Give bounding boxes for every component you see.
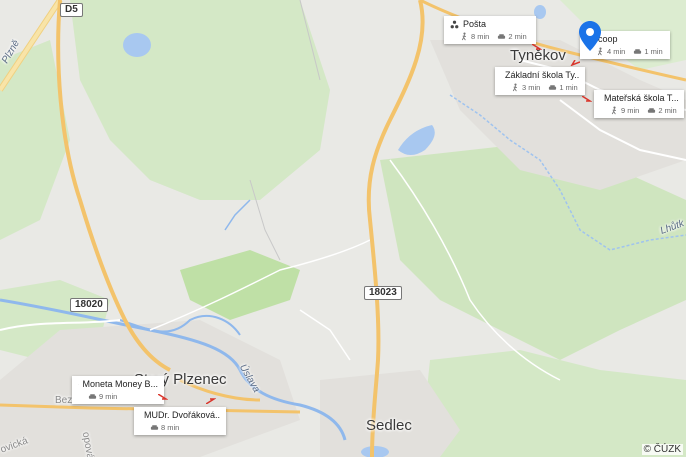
road-label-18023: 18023 — [364, 286, 402, 300]
poi-name: Moneta Money B... — [82, 379, 158, 389]
copyright-notice: © ČÚZK — [641, 444, 683, 455]
direction-arrow-icon — [582, 96, 592, 102]
direction-arrow-icon — [532, 44, 542, 50]
forest-area — [420, 350, 686, 457]
car-icon — [88, 394, 97, 399]
walk-icon — [611, 106, 616, 115]
road-label-d5: D5 — [60, 3, 83, 17]
car-icon — [634, 49, 642, 54]
road-label-18020: 18020 — [70, 298, 108, 312]
location-pin-icon[interactable] — [578, 20, 602, 52]
walk-icon — [461, 32, 466, 41]
walk-time: 3 min — [522, 83, 541, 92]
poi-card-moneta[interactable]: Moneta Money B... 9 min — [72, 376, 164, 404]
car-time: 9 min — [99, 392, 118, 401]
direction-arrow-icon — [206, 398, 216, 404]
car-time: 1 min — [559, 83, 578, 92]
forest-area — [70, 0, 330, 200]
poi-name: Základní škola Ty... — [505, 70, 579, 80]
poi-name: MUDr. Dvořáková... — [144, 410, 220, 420]
poi-card-materska-skola[interactable]: Mateřská škola T... 9 min 2 min — [594, 90, 684, 118]
car-time: 2 min — [658, 106, 677, 115]
poi-card-zakladni-skola[interactable]: Základní škola Ty... 3 min 1 min — [495, 67, 585, 95]
place-label-sedlec: Sedlec — [366, 417, 412, 434]
direction-arrow-icon — [158, 394, 168, 400]
car-time: 1 min — [644, 47, 663, 56]
walk-time: 8 min — [471, 32, 490, 41]
car-time: 2 min — [508, 32, 527, 41]
poi-name: Mateřská škola T... — [604, 93, 678, 103]
stream — [224, 199, 251, 231]
post-office-icon — [450, 20, 459, 28]
walk-time: 9 min — [621, 106, 640, 115]
poi-card-mudr[interactable]: MUDr. Dvořáková... 8 min — [134, 407, 226, 435]
car-icon — [549, 85, 557, 90]
car-icon — [150, 425, 159, 430]
car-icon — [648, 108, 656, 113]
minor-road — [299, 309, 351, 361]
walk-icon — [512, 83, 517, 92]
pond — [123, 33, 151, 57]
direction-arrow-icon — [570, 60, 580, 66]
poi-name: Pošta — [463, 19, 487, 29]
map-canvas[interactable]: D5 18020 18023 Tyněkov Starý Plzenec Sed… — [0, 0, 686, 457]
poi-card-posta[interactable]: Pošta 8 min 2 min — [444, 16, 536, 44]
car-time: 8 min — [161, 423, 180, 432]
car-icon — [498, 34, 506, 39]
pond — [398, 125, 435, 155]
walk-time: 4 min — [607, 47, 626, 56]
